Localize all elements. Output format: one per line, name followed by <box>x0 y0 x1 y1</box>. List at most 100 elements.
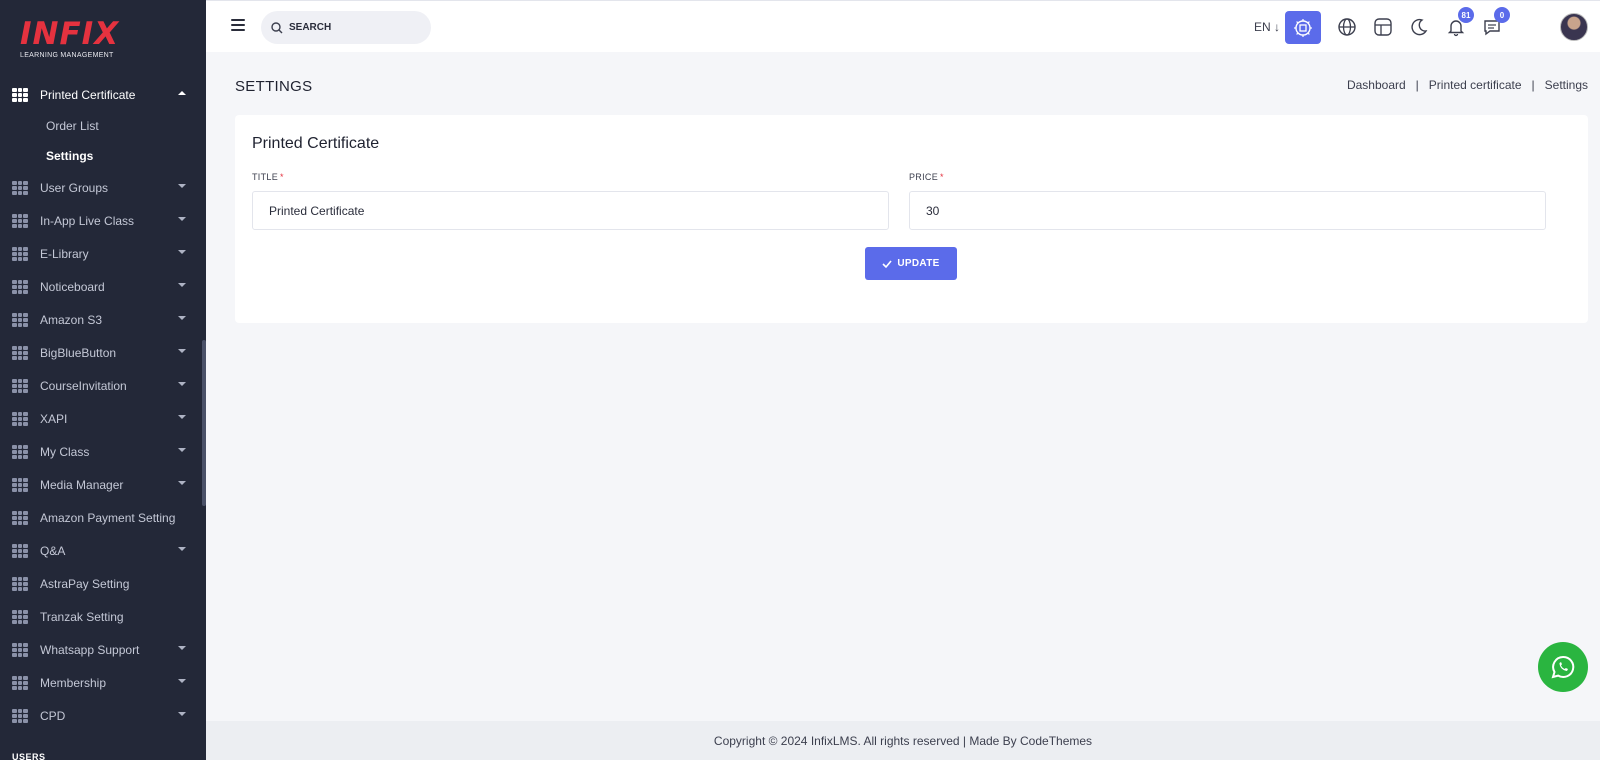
sidebar-item-in-app-live-class[interactable]: In-App Live Class <box>0 204 206 237</box>
chevron-down-icon <box>178 316 186 320</box>
grid-icon <box>12 444 28 459</box>
grid-icon <box>12 675 28 690</box>
sidebar-item-user-groups[interactable]: User Groups <box>0 171 206 204</box>
language-selector[interactable]: EN ↓ <box>1254 20 1280 34</box>
logo-text: INFIX <box>20 16 120 52</box>
sidebar-item-tranzak-setting[interactable]: Tranzak Setting <box>0 600 206 633</box>
grid-icon <box>12 609 28 624</box>
sidebar-section-users: USERS <box>12 752 46 760</box>
sidebar-item-courseinvitation[interactable]: CourseInvitation <box>0 369 206 402</box>
sidebar-item-my-class[interactable]: My Class <box>0 435 206 468</box>
grid-icon <box>12 246 28 261</box>
globe-icon-button[interactable] <box>1332 12 1362 42</box>
chip-icon <box>1294 18 1312 37</box>
sidebar-item-label: E-Library <box>40 246 89 261</box>
breadcrumb-dashboard[interactable]: Dashboard <box>1347 78 1406 92</box>
grid-icon <box>12 510 28 525</box>
grid-icon <box>12 180 28 195</box>
sidebar-subitem-settings[interactable]: Settings <box>0 141 206 171</box>
sidebar-item-label: User Groups <box>40 180 109 195</box>
messages-button[interactable]: 0 <box>1477 7 1510 42</box>
grid-icon <box>12 312 28 327</box>
breadcrumb-printed-certificate[interactable]: Printed certificate <box>1429 78 1522 92</box>
search-input[interactable] <box>289 22 409 33</box>
grid-icon <box>12 213 28 228</box>
sidebar-item-cpd[interactable]: CPD <box>0 699 206 732</box>
search-box[interactable] <box>261 11 431 44</box>
chevron-down-icon <box>178 679 186 683</box>
sidebar-item-label: Tranzak Setting <box>40 609 124 624</box>
settings-card: Printed Certificate TITLE* PRICE* UPDATE <box>235 115 1588 323</box>
globe-icon <box>1338 18 1356 36</box>
sidebar-item-e-library[interactable]: E-Library <box>0 237 206 270</box>
search-icon <box>271 21 283 33</box>
chevron-down-icon <box>178 250 186 254</box>
grid-icon <box>12 279 28 294</box>
chip-icon-button[interactable] <box>1285 11 1321 44</box>
grid-icon <box>12 378 28 393</box>
notification-badge: 81 <box>1458 7 1474 23</box>
breadcrumb: Dashboard | Printed certificate | Settin… <box>1347 78 1588 92</box>
chevron-down-icon <box>178 217 186 221</box>
chevron-down-icon <box>178 481 186 485</box>
sidebar-item-label: In-App Live Class <box>40 213 135 228</box>
sidebar-item-label: XAPI <box>40 411 68 426</box>
layout-icon-button[interactable] <box>1368 12 1398 42</box>
sidebar-item-label: Amazon S3 <box>40 312 103 327</box>
chevron-down-icon <box>178 415 186 419</box>
sidebar-item-whatsapp-support[interactable]: Whatsapp Support <box>0 633 206 666</box>
required-mark: * <box>940 172 944 182</box>
update-button[interactable]: UPDATE <box>865 247 957 280</box>
grid-icon <box>12 411 28 426</box>
grid-icon <box>12 345 28 360</box>
sidebar-item-q-a[interactable]: Q&A <box>0 534 206 567</box>
sidebar-item-bigbluebutton[interactable]: BigBlueButton <box>0 336 206 369</box>
chevron-down-icon <box>178 547 186 551</box>
chevron-down-icon <box>178 448 186 452</box>
chevron-down-icon <box>178 184 186 188</box>
sidebar-subitem-order-list[interactable]: Order List <box>0 111 206 141</box>
title-field[interactable] <box>252 191 889 230</box>
grid-icon <box>12 642 28 657</box>
whatsapp-button[interactable] <box>1538 642 1588 692</box>
price-input[interactable] <box>926 203 1545 218</box>
chevron-down-icon <box>178 646 186 650</box>
chevron-up-icon <box>178 91 186 95</box>
sidebar-item-label: Q&A <box>40 543 66 558</box>
sidebar-item-media-manager[interactable]: Media Manager <box>0 468 206 501</box>
update-button-label: UPDATE <box>897 258 940 269</box>
menu-toggle-icon[interactable] <box>231 19 245 31</box>
sidebar-item-printed-certificate[interactable]: Printed Certificate <box>0 78 206 111</box>
dark-mode-icon-button[interactable] <box>1404 12 1434 42</box>
logo[interactable]: INFIX LEARNING MANAGEMENT <box>20 18 119 59</box>
user-avatar[interactable] <box>1560 13 1588 41</box>
sidebar-item-label: CPD <box>40 708 66 723</box>
sidebar-item-noticeboard[interactable]: Noticeboard <box>0 270 206 303</box>
sidebar-item-membership[interactable]: Membership <box>0 666 206 699</box>
grid-icon <box>12 708 28 723</box>
sidebar-item-label: Media Manager <box>40 477 124 492</box>
sidebar-item-amazon-payment-setting[interactable]: Amazon Payment Setting <box>0 501 206 534</box>
breadcrumb-separator: | <box>1531 78 1535 92</box>
sidebar-item-label: CourseInvitation <box>40 378 127 393</box>
title-label: TITLE * <box>252 172 284 182</box>
sidebar-scrollbar[interactable] <box>202 340 206 506</box>
breadcrumb-settings: Settings <box>1544 78 1588 92</box>
whatsapp-icon <box>1551 655 1575 679</box>
sidebar-item-xapi[interactable]: XAPI <box>0 402 206 435</box>
sidebar-item-amazon-s3[interactable]: Amazon S3 <box>0 303 206 336</box>
chevron-down-icon <box>178 712 186 716</box>
grid-icon <box>12 576 28 591</box>
price-field[interactable] <box>909 191 1546 230</box>
top-bar: EN ↓ 81 0 <box>206 0 1600 52</box>
sidebar-item-label: Printed Certificate <box>40 87 136 102</box>
sidebar-item-label: My Class <box>40 444 90 459</box>
sidebar-item-label: Amazon Payment Setting <box>40 510 176 525</box>
sidebar-item-astrapay-setting[interactable]: AstraPay Setting <box>0 567 206 600</box>
chevron-down-icon <box>178 349 186 353</box>
grid-icon <box>12 477 28 492</box>
copyright-text: Copyright © 2024 InfixLMS. All rights re… <box>713 733 1093 748</box>
title-input[interactable] <box>269 203 888 218</box>
layout-icon <box>1374 18 1392 36</box>
notifications-button[interactable]: 81 <box>1441 7 1474 42</box>
